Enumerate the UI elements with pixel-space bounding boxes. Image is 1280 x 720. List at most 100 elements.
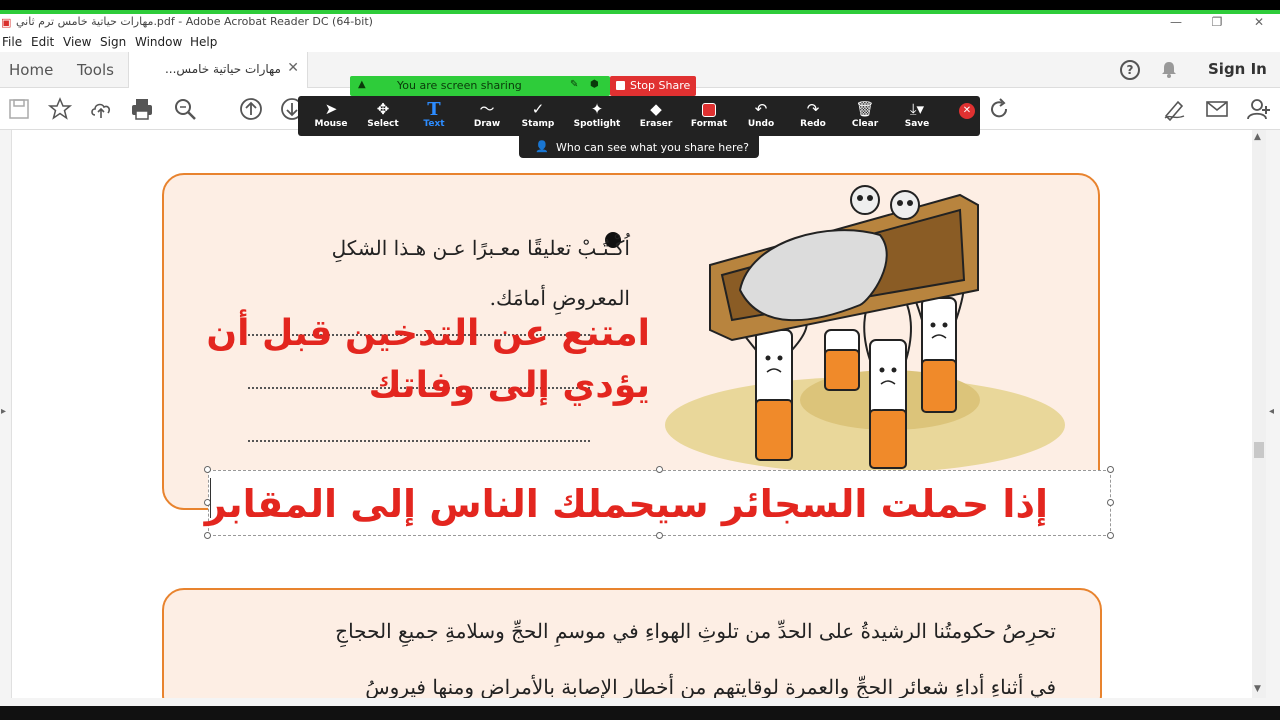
bottom-bar: [0, 698, 1280, 720]
status-strip: [0, 698, 1280, 706]
vertical-scrollbar[interactable]: ▲ ▼: [1252, 130, 1266, 698]
tab-home[interactable]: Home: [9, 61, 53, 79]
tab-tools[interactable]: Tools: [77, 61, 114, 79]
undo-tool[interactable]: ↶ Undo: [735, 96, 787, 136]
eraser-label: Eraser: [639, 119, 673, 129]
share-icon: ▲: [358, 79, 366, 90]
mouse-tool[interactable]: ➤ Mouse: [305, 96, 357, 136]
select-label: Select: [367, 119, 399, 129]
draw-tool[interactable]: 〜 Draw: [461, 96, 513, 136]
move-icon: ✥: [376, 100, 390, 118]
zoom-search-icon[interactable]: [172, 96, 198, 122]
eraser-tool[interactable]: ◆ Eraser: [630, 96, 682, 136]
paragraph-line-1: تحرِصُ حكومتُنا الرشيدةُ على الحدِّ من ت…: [335, 619, 1056, 643]
left-panel-handle[interactable]: ▸: [0, 130, 12, 698]
screen-sharing-indicator: ▲ You are screen sharing ✎ ⬢: [350, 76, 610, 96]
menu-edit[interactable]: Edit: [31, 35, 54, 49]
fill-sign-icon[interactable]: [1162, 96, 1188, 122]
resize-handle-tr[interactable]: [1107, 466, 1114, 473]
restore-icon[interactable]: ❐: [1206, 14, 1228, 32]
resize-handle-br[interactable]: [1107, 532, 1114, 539]
menu-bar: File Edit View Sign Window Help: [0, 32, 1280, 52]
draw-icon: 〜: [479, 100, 495, 118]
annotation-red-text[interactable]: إذا حملت السجائر سيحملك الناس إلى المقاب…: [205, 474, 1048, 534]
mic-icon[interactable]: ✎: [570, 79, 582, 91]
minimize-icon[interactable]: —: [1165, 14, 1187, 32]
share-border: [0, 0, 1280, 14]
who-can-see-banner[interactable]: 👤 Who can see what you share here?: [519, 136, 759, 158]
draw-label: Draw: [473, 119, 501, 129]
right-panel-handle[interactable]: ◂: [1266, 130, 1280, 698]
mouse-label: Mouse: [314, 119, 348, 129]
upload-cloud-icon[interactable]: [88, 96, 114, 122]
scroll-up-icon[interactable]: ▲: [1254, 132, 1261, 142]
text-icon: T: [427, 99, 441, 120]
mail-icon[interactable]: [1204, 96, 1230, 122]
menu-view[interactable]: View: [63, 35, 91, 49]
menu-window[interactable]: Window: [135, 35, 182, 49]
window-title: مهارات حياتية خامس ترم ثاني.pdf - Adobe …: [16, 15, 373, 28]
format-tool[interactable]: Format: [683, 96, 735, 136]
tab-document-label: مهارات حياتية خامس...: [164, 62, 281, 76]
close-tab-icon[interactable]: ✕: [287, 60, 299, 76]
text-cursor: [210, 478, 211, 518]
format-icon: [683, 100, 735, 119]
close-annotation-icon[interactable]: ✕: [959, 103, 975, 119]
close-icon[interactable]: ✕: [1248, 14, 1270, 32]
pointer-icon: ➤: [324, 100, 338, 118]
menu-file[interactable]: File: [2, 35, 22, 49]
redo-icon: ↷: [806, 100, 820, 118]
redo-tool[interactable]: ↷ Redo: [787, 96, 839, 136]
stop-share-label: Stop Share: [630, 79, 691, 92]
menu-sign[interactable]: Sign: [100, 35, 126, 49]
scroll-thumb[interactable]: [1254, 442, 1264, 458]
answer-line-3: [248, 440, 590, 442]
save-label: Save: [904, 119, 930, 129]
text-tool[interactable]: T Text: [408, 96, 460, 136]
print-icon[interactable]: [129, 96, 155, 122]
select-tool[interactable]: ✥ Select: [357, 96, 409, 136]
clear-tool[interactable]: 🗑 Clear: [839, 96, 891, 136]
help-icon[interactable]: ?: [1120, 60, 1140, 80]
spotlight-tool[interactable]: ✦ Spotlight: [571, 96, 623, 136]
spotlight-icon: ✦: [590, 100, 604, 118]
format-label: Format: [690, 119, 728, 129]
acrobat-window: ▣ مهارات حياتية خامس ترم ثاني.pdf - Adob…: [0, 0, 1280, 720]
save-file-icon[interactable]: [6, 96, 32, 122]
answer-red-text[interactable]: امتنع عن التدخين قبل أن يؤدي إلى وفاتك: [200, 308, 650, 412]
stop-icon: [616, 81, 625, 90]
expand-right-icon[interactable]: ◂: [1269, 406, 1274, 417]
save-icon: ⤓▾: [909, 100, 925, 118]
bell-icon[interactable]: [1160, 61, 1178, 79]
question-line-1: اُكْـتُـبْ تعليقًا معـبرًا عـن هـذا الشك…: [331, 236, 630, 260]
resize-handle-tm[interactable]: [656, 466, 663, 473]
sign-in-link[interactable]: Sign In: [1208, 60, 1267, 78]
shield-icon: ⬢: [590, 79, 599, 90]
text-label: Text: [423, 119, 445, 129]
undo-label: Undo: [747, 119, 775, 129]
stamp-label: Stamp: [521, 119, 555, 129]
save-tool[interactable]: ⤓▾ Save: [891, 96, 943, 136]
add-user-icon[interactable]: [1246, 96, 1272, 122]
screen-sharing-text: You are screen sharing: [397, 79, 522, 92]
cigarettes-carrying-coffin-image: [665, 185, 1065, 470]
resize-handle-tl[interactable]: [204, 466, 211, 473]
stop-share-button[interactable]: Stop Share: [610, 76, 696, 96]
expand-left-icon[interactable]: ▸: [1, 406, 6, 417]
resize-handle-mr[interactable]: [1107, 499, 1114, 506]
redo-label: Redo: [800, 119, 826, 129]
annotation-toolbar: ➤ Mouse ✥ Select T Text 〜 Draw ✓ Stamp ✦…: [298, 96, 980, 136]
menu-help[interactable]: Help: [190, 35, 217, 49]
rotate-icon[interactable]: [986, 96, 1012, 122]
tab-document[interactable]: مهارات حياتية خامس... ✕: [128, 52, 308, 88]
user-icon: 👤: [535, 140, 549, 153]
scroll-down-icon[interactable]: ▼: [1254, 684, 1261, 694]
eraser-icon: ◆: [650, 100, 662, 118]
title-bar: ▣ مهارات حياتية خامس ترم ثاني.pdf - Adob…: [0, 14, 1280, 32]
page-up-icon[interactable]: [238, 96, 264, 122]
check-icon: ✓: [531, 100, 545, 118]
who-can-see-text: Who can see what you share here?: [556, 141, 749, 154]
clear-label: Clear: [851, 119, 879, 129]
bookmark-star-icon[interactable]: [47, 96, 73, 122]
stamp-tool[interactable]: ✓ Stamp: [512, 96, 564, 136]
